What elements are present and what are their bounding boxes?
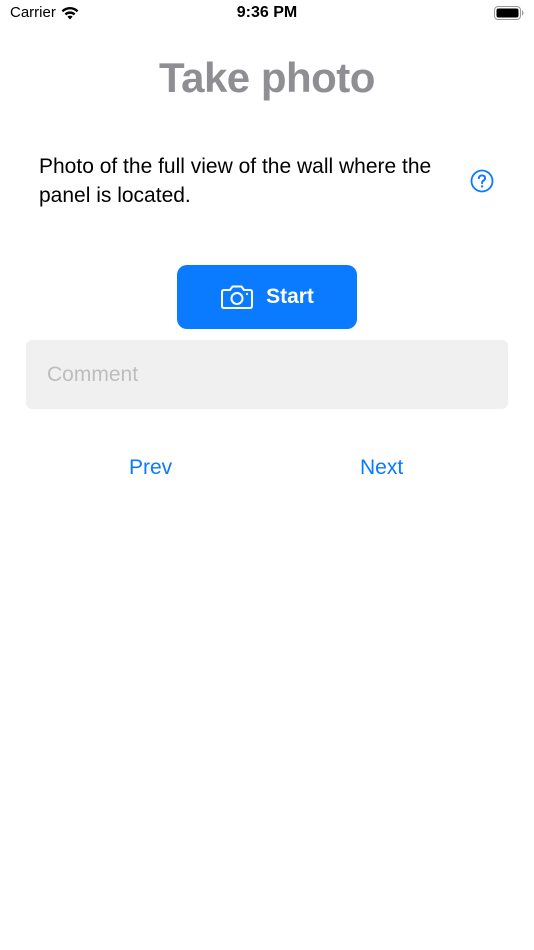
battery-icon — [494, 6, 524, 20]
next-button[interactable]: Next — [360, 456, 403, 480]
question-circle-icon[interactable] — [470, 169, 494, 193]
comment-input[interactable] — [47, 362, 487, 387]
prev-button[interactable]: Prev — [129, 456, 172, 480]
page-title: Take photo — [159, 54, 375, 101]
start-button-label: Start — [266, 285, 314, 308]
camera-icon — [221, 285, 254, 309]
comment-field[interactable] — [26, 340, 508, 409]
status-time: 9:36 PM — [236, 4, 298, 21]
status-bar: Carrier 9:36 PM — [0, 0, 534, 28]
start-button[interactable]: Start — [177, 265, 357, 329]
instruction-text: Photo of the full view of the wall where… — [39, 155, 432, 207]
